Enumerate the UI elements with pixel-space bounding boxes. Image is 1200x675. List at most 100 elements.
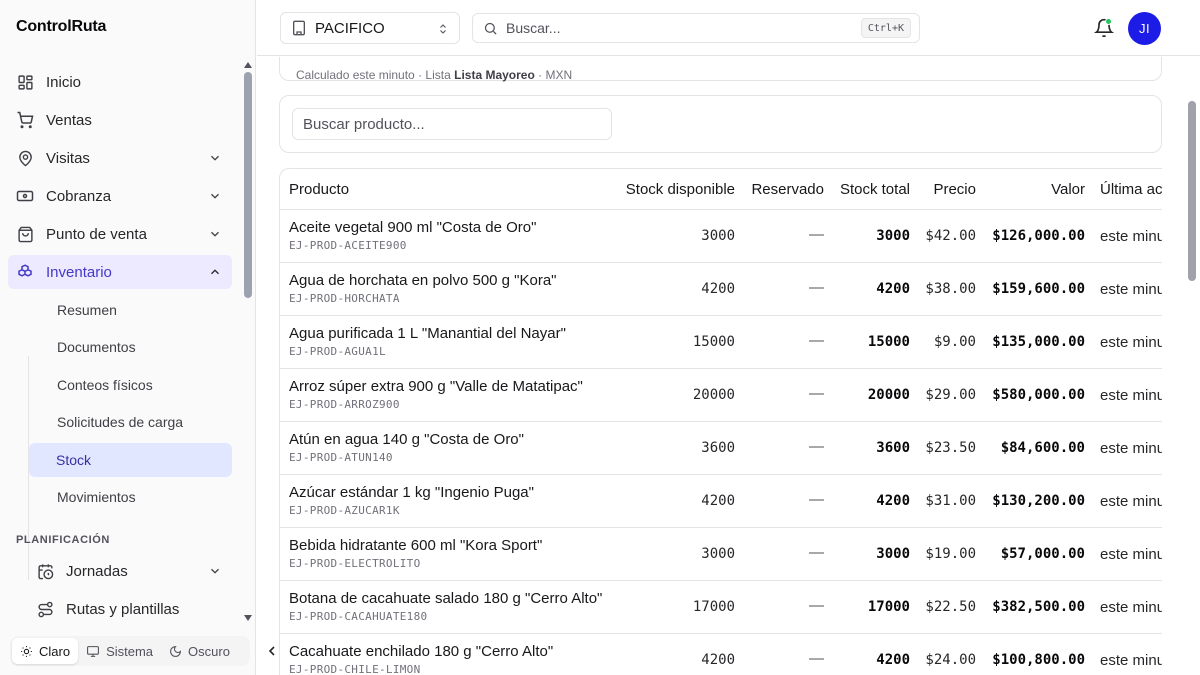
theme-light-label: Claro xyxy=(39,643,71,659)
sidebar-subitem-stock[interactable]: Stock xyxy=(29,443,232,477)
column-header-ultima-actualizacion[interactable]: Última ac xyxy=(1100,181,1162,198)
stock-available: 20000 xyxy=(692,387,735,403)
table-row[interactable]: Bebida hidratante 600 ml "Kora Sport" EJ-… xyxy=(280,528,1162,581)
theme-dark-label: Oscuro xyxy=(188,643,230,659)
product-search-input[interactable]: Buscar producto... xyxy=(292,108,612,140)
product-name: Agua purificada 1 L "Manantial del Nayar… xyxy=(289,325,566,342)
last-updated: este minu xyxy=(1100,493,1162,510)
stock-reserved: — xyxy=(809,385,824,402)
table-row[interactable]: Botana de cacahuate salado 180 g "Cerro … xyxy=(280,581,1162,634)
table-row[interactable]: Cacahuate enchilado 180 g "Cerro Alto" EJ… xyxy=(280,634,1162,675)
last-updated: este minu xyxy=(1100,228,1162,245)
chevron-down-icon xyxy=(211,231,219,237)
last-updated: este minu xyxy=(1100,599,1162,616)
scroll-up-arrow-icon[interactable] xyxy=(243,60,253,70)
last-updated: este minu xyxy=(1100,281,1162,298)
sidebar-item-punto-de-venta[interactable]: Punto de venta xyxy=(8,217,232,251)
column-header-reservado[interactable]: Reservado xyxy=(751,181,824,198)
stock-available: 3600 xyxy=(701,440,735,456)
table-header-row: Producto Stock disponible Reservado Stoc… xyxy=(280,169,1162,210)
product-search-placeholder: Buscar producto... xyxy=(303,115,425,133)
building-icon xyxy=(293,20,305,36)
sidebar-item-label: Inicio xyxy=(46,73,82,91)
last-updated: este minu xyxy=(1100,546,1162,563)
sidebar-subitem-movimientos[interactable]: Movimientos xyxy=(29,480,232,514)
theme-dark-button[interactable]: Oscuro xyxy=(161,638,238,664)
product-price: $31.00 xyxy=(925,493,976,509)
column-header-precio[interactable]: Precio xyxy=(933,181,976,198)
sidebar-item-jornadas[interactable]: Jornadas xyxy=(8,554,232,588)
chevron-down-icon xyxy=(211,155,219,161)
chevron-down-icon xyxy=(211,568,219,574)
global-search-input[interactable]: Buscar... Ctrl+K xyxy=(472,13,920,43)
sidebar-item-cobranza[interactable]: Cobranza xyxy=(8,179,232,213)
product-sku: EJ-PROD-AGUA1L xyxy=(289,345,386,358)
last-updated: este minu xyxy=(1100,440,1162,457)
last-updated: este minu xyxy=(1100,652,1162,669)
sidebar-item-ventas[interactable]: Ventas xyxy=(8,103,232,137)
sidebar-subitem-solicitudes-de-carga[interactable]: Solicitudes de carga xyxy=(29,405,232,439)
stock-reserved: — xyxy=(809,650,824,667)
table-row[interactable]: Aceite vegetal 900 ml "Costa de Oro" EJ-P… xyxy=(280,210,1162,263)
page-scrollbar[interactable] xyxy=(1185,56,1200,675)
product-sku: EJ-PROD-AZUCAR1K xyxy=(289,504,400,517)
sidebar-scroll-thumb[interactable] xyxy=(244,72,252,298)
global-search-placeholder: Buscar... xyxy=(506,20,561,36)
last-updated: este minu xyxy=(1100,334,1162,351)
table-row[interactable]: Agua de horchata en polvo 500 g "Kora" EJ… xyxy=(280,263,1162,316)
stock-available: 3000 xyxy=(701,546,735,562)
user-avatar[interactable]: JI xyxy=(1128,12,1161,45)
product-sku: EJ-PROD-ELECTROLITO xyxy=(289,557,421,570)
table-row[interactable]: Agua purificada 1 L "Manantial del Nayar… xyxy=(280,316,1162,369)
product-sku: EJ-PROD-HORCHATA xyxy=(289,292,400,305)
dashboard-icon xyxy=(16,73,34,91)
table-row[interactable]: Arroz súper extra 900 g "Valle de Matati… xyxy=(280,369,1162,422)
stock-total: 20000 xyxy=(867,387,910,403)
column-header-stock-total[interactable]: Stock total xyxy=(840,181,910,198)
sidebar: ControlRuta Inicio Ventas Visitas Cobran… xyxy=(0,0,256,675)
sidebar-subitem-conteos-fisicos[interactable]: Conteos físicos xyxy=(29,368,232,402)
product-price: $23.50 xyxy=(925,440,976,456)
sidebar-item-visitas[interactable]: Visitas xyxy=(8,141,232,175)
stock-total: 4200 xyxy=(876,652,910,668)
column-header-producto[interactable]: Producto xyxy=(289,181,349,198)
product-name: Botana de cacahuate salado 180 g "Cerro … xyxy=(289,590,603,607)
product-price: $24.00 xyxy=(925,652,976,668)
sidebar-scrollbar[interactable] xyxy=(241,58,255,628)
product-sku: EJ-PROD-ATUN140 xyxy=(289,451,393,464)
sidebar-subitem-resumen[interactable]: Resumen xyxy=(29,293,232,327)
sun-icon xyxy=(21,645,32,657)
sidebar-item-inventario[interactable]: Inventario xyxy=(8,255,232,289)
stock-value: $57,000.00 xyxy=(1000,546,1085,562)
section-label-planificacion: PLANIFICACIÓN xyxy=(16,534,110,546)
product-name: Arroz súper extra 900 g "Valle de Matati… xyxy=(289,378,583,395)
branch-selector[interactable]: PACIFICO xyxy=(280,12,460,44)
stock-value: $135,000.00 xyxy=(992,334,1085,350)
page-scroll-thumb[interactable] xyxy=(1188,101,1196,281)
theme-system-button[interactable]: Sistema xyxy=(78,638,161,664)
sidebar-item-rutas-y-plantillas[interactable]: Rutas y plantillas xyxy=(8,592,232,626)
table-row[interactable]: Azúcar estándar 1 kg "Ingenio Puga" EJ-PR… xyxy=(280,475,1162,528)
stock-available: 15000 xyxy=(692,334,735,350)
chevron-up-icon xyxy=(211,269,219,275)
stock-reserved: — xyxy=(809,597,824,614)
stock-total: 4200 xyxy=(876,281,910,297)
scroll-down-arrow-icon[interactable] xyxy=(243,613,253,623)
stock-value: $100,800.00 xyxy=(992,652,1085,668)
column-header-stock-disponible[interactable]: Stock disponible xyxy=(626,181,735,198)
banknote-icon xyxy=(16,187,34,205)
map-pin-icon xyxy=(16,149,34,167)
sidebar-item-label: Jornadas xyxy=(66,562,128,580)
store-icon xyxy=(16,225,34,243)
theme-system-label: Sistema xyxy=(106,643,154,659)
theme-switcher: Claro Sistema Oscuro xyxy=(10,636,250,666)
summary-card: Calculado este minuto · Lista Lista Mayo… xyxy=(279,57,1162,82)
stock-total: 3600 xyxy=(876,440,910,456)
sidebar-item-inicio[interactable]: Inicio xyxy=(8,65,232,99)
monitor-icon xyxy=(87,645,100,657)
brand-logo[interactable]: ControlRuta xyxy=(16,18,106,36)
column-header-valor[interactable]: Valor xyxy=(1051,181,1085,198)
theme-light-button[interactable]: Claro xyxy=(12,638,79,664)
sidebar-subitem-documentos[interactable]: Documentos xyxy=(29,330,232,364)
table-row[interactable]: Atún en agua 140 g "Costa de Oro" EJ-PROD… xyxy=(280,422,1162,475)
